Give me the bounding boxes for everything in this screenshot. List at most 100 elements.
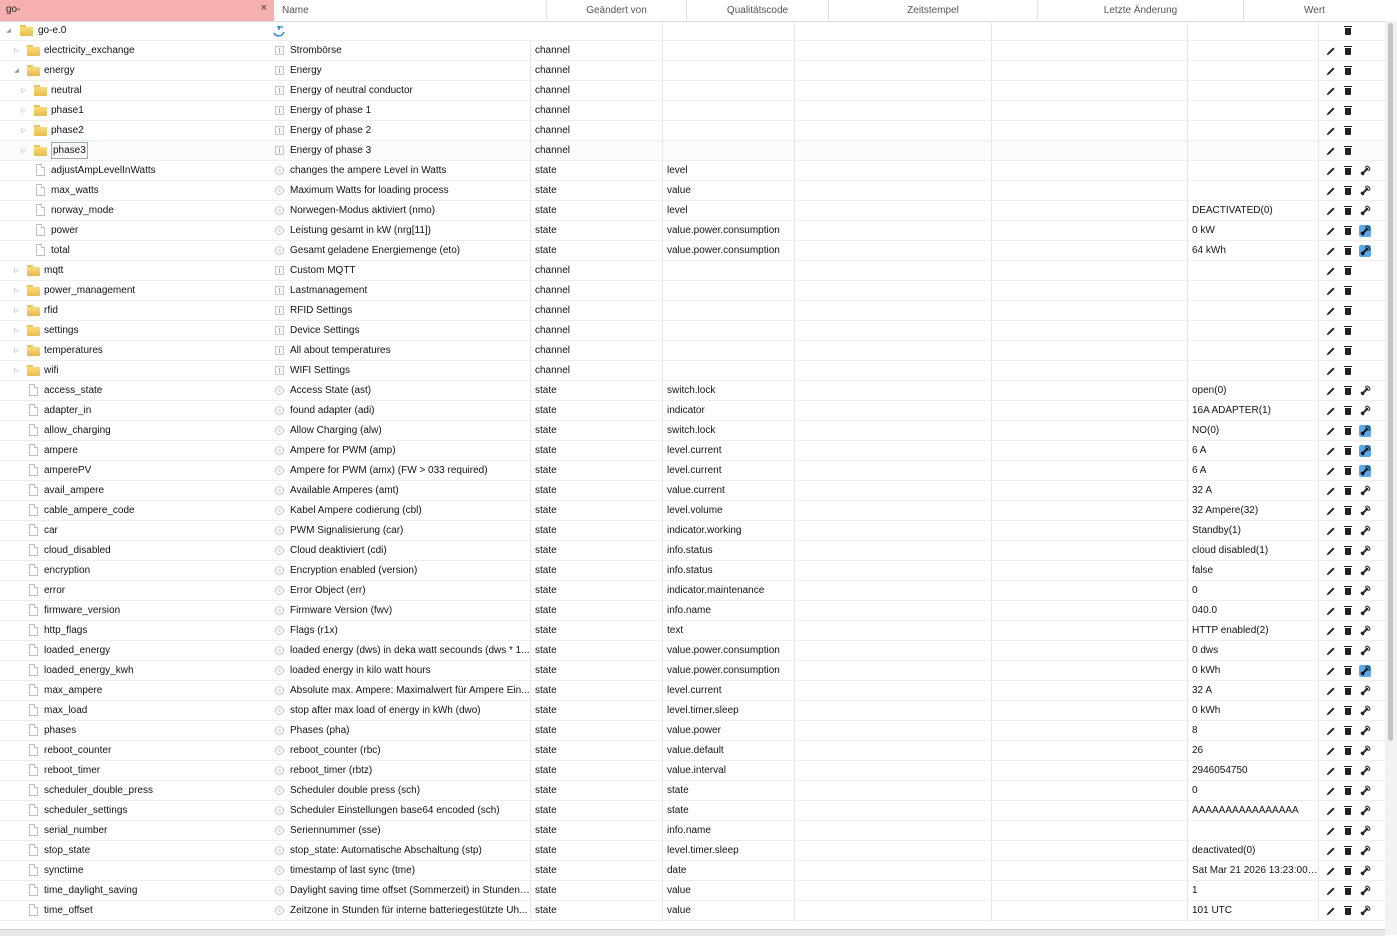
edit-icon[interactable] [1325, 585, 1337, 597]
state-row[interactable]: allow_charging Allow Charging (alw) state s… [0, 421, 1385, 441]
edit-icon[interactable] [1325, 385, 1337, 397]
state-row[interactable]: encryption Encryption enabled (version) st… [0, 561, 1385, 581]
value-cell[interactable]: false [1188, 561, 1319, 581]
edit-icon[interactable] [1325, 325, 1337, 337]
value-cell[interactable] [1188, 101, 1319, 121]
value-cell[interactable] [1188, 321, 1319, 341]
wrench-icon[interactable] [1359, 705, 1371, 717]
delete-icon[interactable] [1342, 525, 1354, 537]
state-row[interactable]: stop_state stop_state: Automatische Absch… [0, 841, 1385, 861]
edit-icon[interactable] [1325, 765, 1337, 777]
edit-icon[interactable] [1325, 865, 1337, 877]
delete-icon[interactable] [1342, 225, 1354, 237]
edit-icon[interactable] [1325, 425, 1337, 437]
edit-icon[interactable] [1325, 885, 1337, 897]
wrench-icon[interactable] [1359, 545, 1371, 557]
state-row[interactable]: norway_mode Norwegen-Modus aktiviert (nmo… [0, 201, 1385, 221]
value-cell[interactable]: 32 Ampere(32) [1188, 501, 1319, 521]
wrench-icon[interactable] [1359, 905, 1371, 917]
wrench-icon[interactable] [1359, 585, 1371, 597]
delete-icon[interactable] [1342, 765, 1354, 777]
expand-toggle-icon[interactable]: ▷ [13, 327, 20, 335]
state-row[interactable]: phases Phases (pha) state value.power 8 [0, 721, 1385, 741]
edit-icon[interactable] [1325, 485, 1337, 497]
wrench-icon[interactable] [1359, 465, 1371, 477]
wrench-icon[interactable] [1359, 165, 1371, 177]
edit-icon[interactable] [1325, 565, 1337, 577]
state-row[interactable]: max_load stop after max load of energy in… [0, 701, 1385, 721]
value-cell[interactable]: HTTP enabled(2) [1188, 621, 1319, 641]
delete-icon[interactable] [1342, 285, 1354, 297]
expand-toggle-icon[interactable]: ▷ [13, 47, 20, 55]
delete-icon[interactable] [1342, 805, 1354, 817]
state-row[interactable]: adapter_in found adapter (adi) state indica… [0, 401, 1385, 421]
delete-icon[interactable] [1342, 865, 1354, 877]
channel-row[interactable]: ▷ wifi WIFI Settings channel [0, 361, 1385, 381]
expand-toggle-icon[interactable]: ▷ [13, 307, 20, 315]
value-cell[interactable] [1188, 821, 1319, 841]
edit-icon[interactable] [1325, 305, 1337, 317]
wrench-icon[interactable] [1359, 765, 1371, 777]
value-cell[interactable] [1188, 41, 1319, 61]
column-header-quality[interactable]: Qualitätscode [687, 0, 829, 21]
edit-icon[interactable] [1325, 825, 1337, 837]
edit-icon[interactable] [1325, 205, 1337, 217]
wrench-icon[interactable] [1359, 645, 1371, 657]
wrench-icon[interactable] [1359, 505, 1371, 517]
edit-icon[interactable] [1325, 65, 1337, 77]
edit-icon[interactable] [1325, 605, 1337, 617]
delete-icon[interactable] [1342, 565, 1354, 577]
state-row[interactable]: power Leistung gesamt in kW (nrg[11]) stat… [0, 221, 1385, 241]
expand-toggle-icon[interactable]: ▷ [20, 127, 27, 135]
channel-row[interactable]: ▷ rfid RFID Settings channel [0, 301, 1385, 321]
edit-icon[interactable] [1325, 445, 1337, 457]
wrench-icon[interactable] [1359, 845, 1371, 857]
delete-icon[interactable] [1342, 685, 1354, 697]
edit-icon[interactable] [1325, 185, 1337, 197]
delete-icon[interactable] [1342, 625, 1354, 637]
expand-toggle-icon[interactable]: ▷ [13, 347, 20, 355]
edit-icon[interactable] [1325, 525, 1337, 537]
delete-icon[interactable] [1342, 125, 1354, 137]
delete-icon[interactable] [1342, 705, 1354, 717]
value-cell[interactable] [1188, 161, 1319, 181]
wrench-icon[interactable] [1359, 725, 1371, 737]
column-header-value[interactable]: Wert [1244, 0, 1385, 21]
value-cell[interactable]: 0 kW [1188, 221, 1319, 241]
channel-row[interactable]: ▷ settings Device Settings channel [0, 321, 1385, 341]
edit-icon[interactable] [1325, 125, 1337, 137]
edit-icon[interactable] [1325, 145, 1337, 157]
value-cell[interactable] [1188, 301, 1319, 321]
expand-toggle-icon[interactable]: ▷ [20, 107, 27, 115]
vertical-scrollbar[interactable] [1385, 21, 1397, 935]
channel-row[interactable]: ▷ mqtt Custom MQTT channel [0, 261, 1385, 281]
edit-icon[interactable] [1325, 705, 1337, 717]
state-row[interactable]: time_offset Zeitzone in Stunden für inter… [0, 901, 1385, 921]
edit-icon[interactable] [1325, 265, 1337, 277]
value-cell[interactable]: AAAAAAAAAAAAAAAA [1188, 801, 1319, 821]
wrench-icon[interactable] [1359, 385, 1371, 397]
delete-icon[interactable] [1342, 605, 1354, 617]
value-cell[interactable]: 040.0 [1188, 601, 1319, 621]
delete-icon[interactable] [1342, 185, 1354, 197]
value-cell[interactable]: open(0) [1188, 381, 1319, 401]
delete-icon[interactable] [1342, 885, 1354, 897]
edit-icon[interactable] [1325, 405, 1337, 417]
channel-row[interactable]: ▷ temperatures All about temperatures chann… [0, 341, 1385, 361]
delete-icon[interactable] [1342, 385, 1354, 397]
expand-toggle-icon[interactable]: ▷ [13, 287, 20, 295]
value-cell[interactable] [1188, 261, 1319, 281]
wrench-icon[interactable] [1359, 625, 1371, 637]
wrench-icon[interactable] [1359, 525, 1371, 537]
collapse-toggle-icon[interactable]: ◢ [5, 27, 12, 35]
edit-icon[interactable] [1325, 245, 1337, 257]
wrench-icon[interactable] [1359, 205, 1371, 217]
value-cell[interactable]: deactivated(0) [1188, 841, 1319, 861]
value-cell[interactable]: 0 kWh [1188, 661, 1319, 681]
wrench-icon[interactable] [1359, 185, 1371, 197]
delete-icon[interactable] [1342, 505, 1354, 517]
delete-icon[interactable] [1342, 345, 1354, 357]
state-row[interactable]: loaded_energy_kwh loaded energy in kilo w… [0, 661, 1385, 681]
vertical-scrollbar-thumb[interactable] [1388, 23, 1393, 741]
delete-icon[interactable] [1342, 645, 1354, 657]
